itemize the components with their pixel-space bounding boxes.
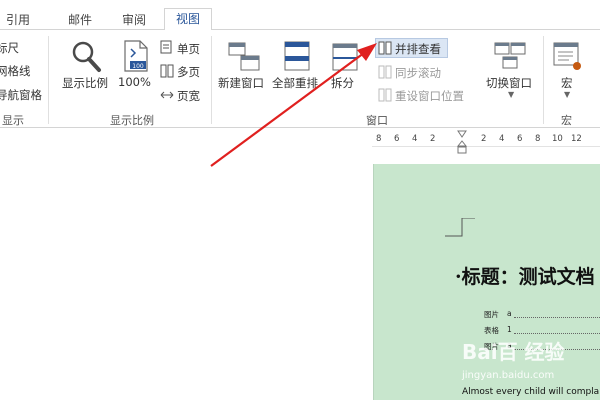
annotation-arrow-icon	[210, 43, 377, 167]
